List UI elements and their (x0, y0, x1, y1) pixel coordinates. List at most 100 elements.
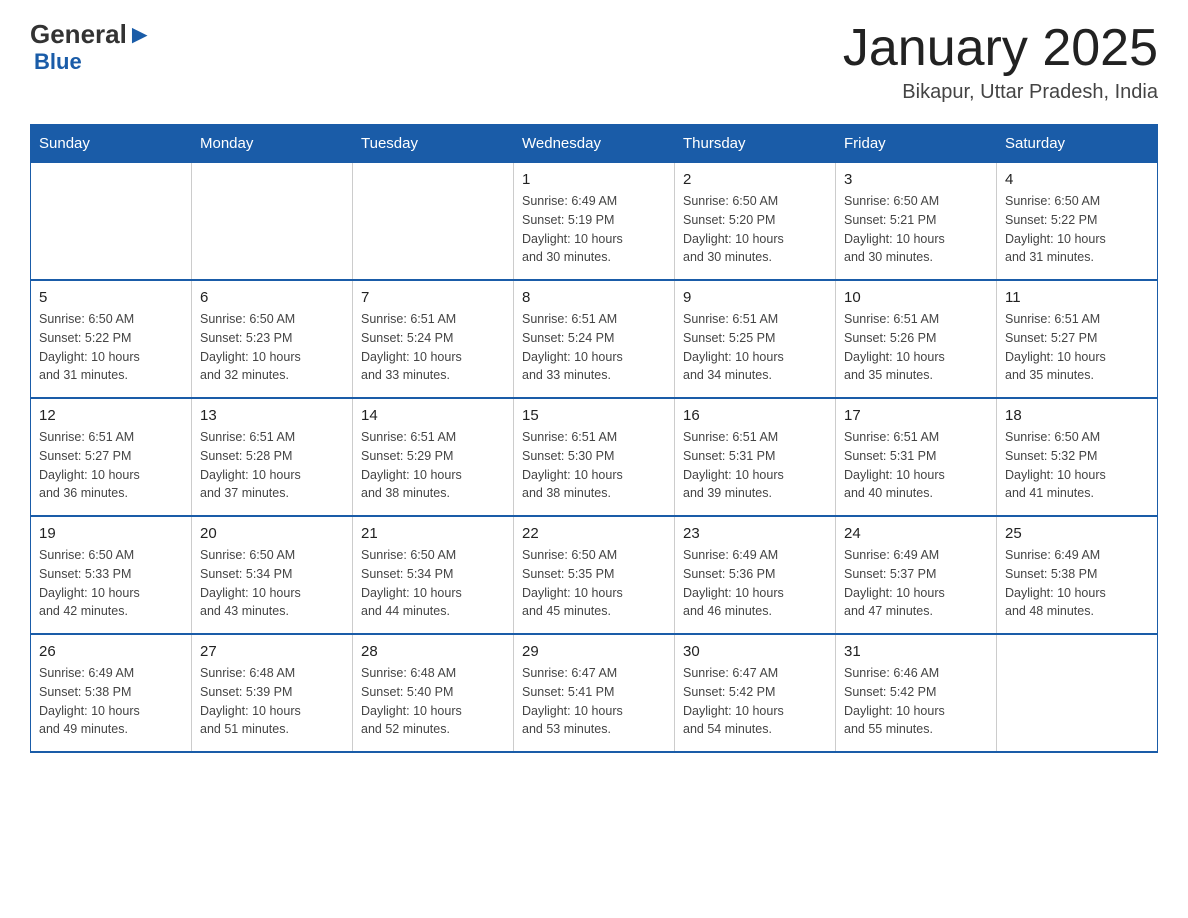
day-info: Sunrise: 6:51 AMSunset: 5:24 PMDaylight:… (361, 310, 505, 385)
calendar-cell: 31Sunrise: 6:46 AMSunset: 5:42 PMDayligh… (836, 634, 997, 752)
calendar-cell: 21Sunrise: 6:50 AMSunset: 5:34 PMDayligh… (353, 516, 514, 634)
day-info: Sunrise: 6:50 AMSunset: 5:34 PMDaylight:… (361, 546, 505, 621)
day-number: 6 (200, 289, 344, 306)
day-number: 20 (200, 525, 344, 542)
day-info: Sunrise: 6:49 AMSunset: 5:19 PMDaylight:… (522, 192, 666, 267)
calendar-cell: 3 Sunrise: 6:50 AMSunset: 5:21 PMDaylight… (836, 163, 997, 281)
calendar-cell (997, 634, 1158, 752)
calendar-cell: 15 Sunrise: 6:51 AMSunset: 5:30 PMDayligh… (514, 398, 675, 516)
day-number: 23 (683, 525, 827, 542)
day-info: Sunrise: 6:51 AMSunset: 5:25 PMDaylight:… (683, 310, 827, 385)
day-info: Sunrise: 6:51 AMSunset: 5:27 PMDaylight:… (39, 428, 183, 503)
day-number: 27 (200, 643, 344, 660)
col-wednesday: Wednesday (514, 125, 675, 163)
day-number: 24 (844, 525, 988, 542)
col-monday: Monday (192, 125, 353, 163)
day-info: Sunrise: 6:50 AMSunset: 5:22 PMDaylight:… (1005, 192, 1149, 267)
day-info: Sunrise: 6:47 AMSunset: 5:42 PMDaylight:… (683, 664, 827, 739)
calendar-cell: 17Sunrise: 6:51 AMSunset: 5:31 PMDayligh… (836, 398, 997, 516)
day-info: Sunrise: 6:47 AMSunset: 5:41 PMDaylight:… (522, 664, 666, 739)
day-number: 8 (522, 289, 666, 306)
calendar-week-row: 12 Sunrise: 6:51 AMSunset: 5:27 PMDayligh… (31, 398, 1158, 516)
calendar-cell: 30 Sunrise: 6:47 AMSunset: 5:42 PMDayligh… (675, 634, 836, 752)
day-info: Sunrise: 6:50 AMSunset: 5:21 PMDaylight:… (844, 192, 988, 267)
header-row: Sunday Monday Tuesday Wednesday Thursday… (31, 125, 1158, 163)
day-number: 19 (39, 525, 183, 542)
day-number: 13 (200, 407, 344, 424)
calendar-cell: 16Sunrise: 6:51 AMSunset: 5:31 PMDayligh… (675, 398, 836, 516)
col-saturday: Saturday (997, 125, 1158, 163)
day-info: Sunrise: 6:50 AMSunset: 5:34 PMDaylight:… (200, 546, 344, 621)
day-number: 4 (1005, 171, 1149, 188)
day-number: 12 (39, 407, 183, 424)
calendar-cell: 26Sunrise: 6:49 AMSunset: 5:38 PMDayligh… (31, 634, 192, 752)
day-number: 25 (1005, 525, 1149, 542)
calendar-cell: 7 Sunrise: 6:51 AMSunset: 5:24 PMDaylight… (353, 280, 514, 398)
day-number: 30 (683, 643, 827, 660)
day-number: 1 (522, 171, 666, 188)
day-number: 10 (844, 289, 988, 306)
location: Bikapur, Uttar Pradesh, India (843, 81, 1158, 104)
day-info: Sunrise: 6:51 AMSunset: 5:30 PMDaylight:… (522, 428, 666, 503)
calendar-cell (192, 163, 353, 281)
day-info: Sunrise: 6:48 AMSunset: 5:40 PMDaylight:… (361, 664, 505, 739)
day-number: 9 (683, 289, 827, 306)
day-info: Sunrise: 6:51 AMSunset: 5:28 PMDaylight:… (200, 428, 344, 503)
calendar-cell: 8 Sunrise: 6:51 AMSunset: 5:24 PMDaylight… (514, 280, 675, 398)
logo: General► Blue (30, 20, 153, 75)
day-info: Sunrise: 6:51 AMSunset: 5:27 PMDaylight:… (1005, 310, 1149, 385)
calendar-cell: 25Sunrise: 6:49 AMSunset: 5:38 PMDayligh… (997, 516, 1158, 634)
day-info: Sunrise: 6:51 AMSunset: 5:29 PMDaylight:… (361, 428, 505, 503)
day-number: 26 (39, 643, 183, 660)
day-number: 11 (1005, 289, 1149, 306)
calendar-cell: 2 Sunrise: 6:50 AMSunset: 5:20 PMDaylight… (675, 163, 836, 281)
day-number: 18 (1005, 407, 1149, 424)
calendar-week-row: 5 Sunrise: 6:50 AMSunset: 5:22 PMDaylight… (31, 280, 1158, 398)
day-info: Sunrise: 6:50 AMSunset: 5:33 PMDaylight:… (39, 546, 183, 621)
day-info: Sunrise: 6:50 AMSunset: 5:32 PMDaylight:… (1005, 428, 1149, 503)
logo-general: General► (30, 20, 153, 49)
calendar-cell: 24Sunrise: 6:49 AMSunset: 5:37 PMDayligh… (836, 516, 997, 634)
calendar-cell: 19 Sunrise: 6:50 AMSunset: 5:33 PMDayligh… (31, 516, 192, 634)
calendar-cell (353, 163, 514, 281)
day-number: 5 (39, 289, 183, 306)
day-number: 28 (361, 643, 505, 660)
calendar-cell: 9 Sunrise: 6:51 AMSunset: 5:25 PMDaylight… (675, 280, 836, 398)
calendar-body: 1 Sunrise: 6:49 AMSunset: 5:19 PMDaylight… (31, 163, 1158, 753)
day-number: 31 (844, 643, 988, 660)
day-info: Sunrise: 6:50 AMSunset: 5:22 PMDaylight:… (39, 310, 183, 385)
calendar-cell: 28 Sunrise: 6:48 AMSunset: 5:40 PMDayligh… (353, 634, 514, 752)
day-number: 15 (522, 407, 666, 424)
calendar-cell: 4 Sunrise: 6:50 AMSunset: 5:22 PMDaylight… (997, 163, 1158, 281)
day-number: 2 (683, 171, 827, 188)
col-tuesday: Tuesday (353, 125, 514, 163)
calendar-cell: 20 Sunrise: 6:50 AMSunset: 5:34 PMDayligh… (192, 516, 353, 634)
calendar-cell: 23 Sunrise: 6:49 AMSunset: 5:36 PMDayligh… (675, 516, 836, 634)
calendar-cell: 11 Sunrise: 6:51 AMSunset: 5:27 PMDayligh… (997, 280, 1158, 398)
month-title: January 2025 (843, 20, 1158, 77)
day-info: Sunrise: 6:51 AMSunset: 5:24 PMDaylight:… (522, 310, 666, 385)
calendar-week-row: 26Sunrise: 6:49 AMSunset: 5:38 PMDayligh… (31, 634, 1158, 752)
calendar-week-row: 19 Sunrise: 6:50 AMSunset: 5:33 PMDayligh… (31, 516, 1158, 634)
day-info: Sunrise: 6:49 AMSunset: 5:36 PMDaylight:… (683, 546, 827, 621)
day-number: 7 (361, 289, 505, 306)
day-number: 29 (522, 643, 666, 660)
day-info: Sunrise: 6:51 AMSunset: 5:31 PMDaylight:… (683, 428, 827, 503)
day-info: Sunrise: 6:50 AMSunset: 5:20 PMDaylight:… (683, 192, 827, 267)
day-number: 3 (844, 171, 988, 188)
day-info: Sunrise: 6:51 AMSunset: 5:26 PMDaylight:… (844, 310, 988, 385)
day-info: Sunrise: 6:50 AMSunset: 5:35 PMDaylight:… (522, 546, 666, 621)
calendar-cell: 27Sunrise: 6:48 AMSunset: 5:39 PMDayligh… (192, 634, 353, 752)
calendar-cell: 14Sunrise: 6:51 AMSunset: 5:29 PMDayligh… (353, 398, 514, 516)
logo-blue: Blue (34, 49, 82, 75)
page-header: General► Blue January 2025 Bikapur, Utta… (30, 20, 1158, 104)
day-number: 22 (522, 525, 666, 542)
calendar-cell: 29 Sunrise: 6:47 AMSunset: 5:41 PMDayligh… (514, 634, 675, 752)
calendar-cell: 12 Sunrise: 6:51 AMSunset: 5:27 PMDayligh… (31, 398, 192, 516)
day-info: Sunrise: 6:50 AMSunset: 5:23 PMDaylight:… (200, 310, 344, 385)
calendar-cell: 1 Sunrise: 6:49 AMSunset: 5:19 PMDaylight… (514, 163, 675, 281)
calendar-week-row: 1 Sunrise: 6:49 AMSunset: 5:19 PMDaylight… (31, 163, 1158, 281)
logo-arrow-icon: ► (127, 19, 153, 49)
day-info: Sunrise: 6:51 AMSunset: 5:31 PMDaylight:… (844, 428, 988, 503)
col-friday: Friday (836, 125, 997, 163)
